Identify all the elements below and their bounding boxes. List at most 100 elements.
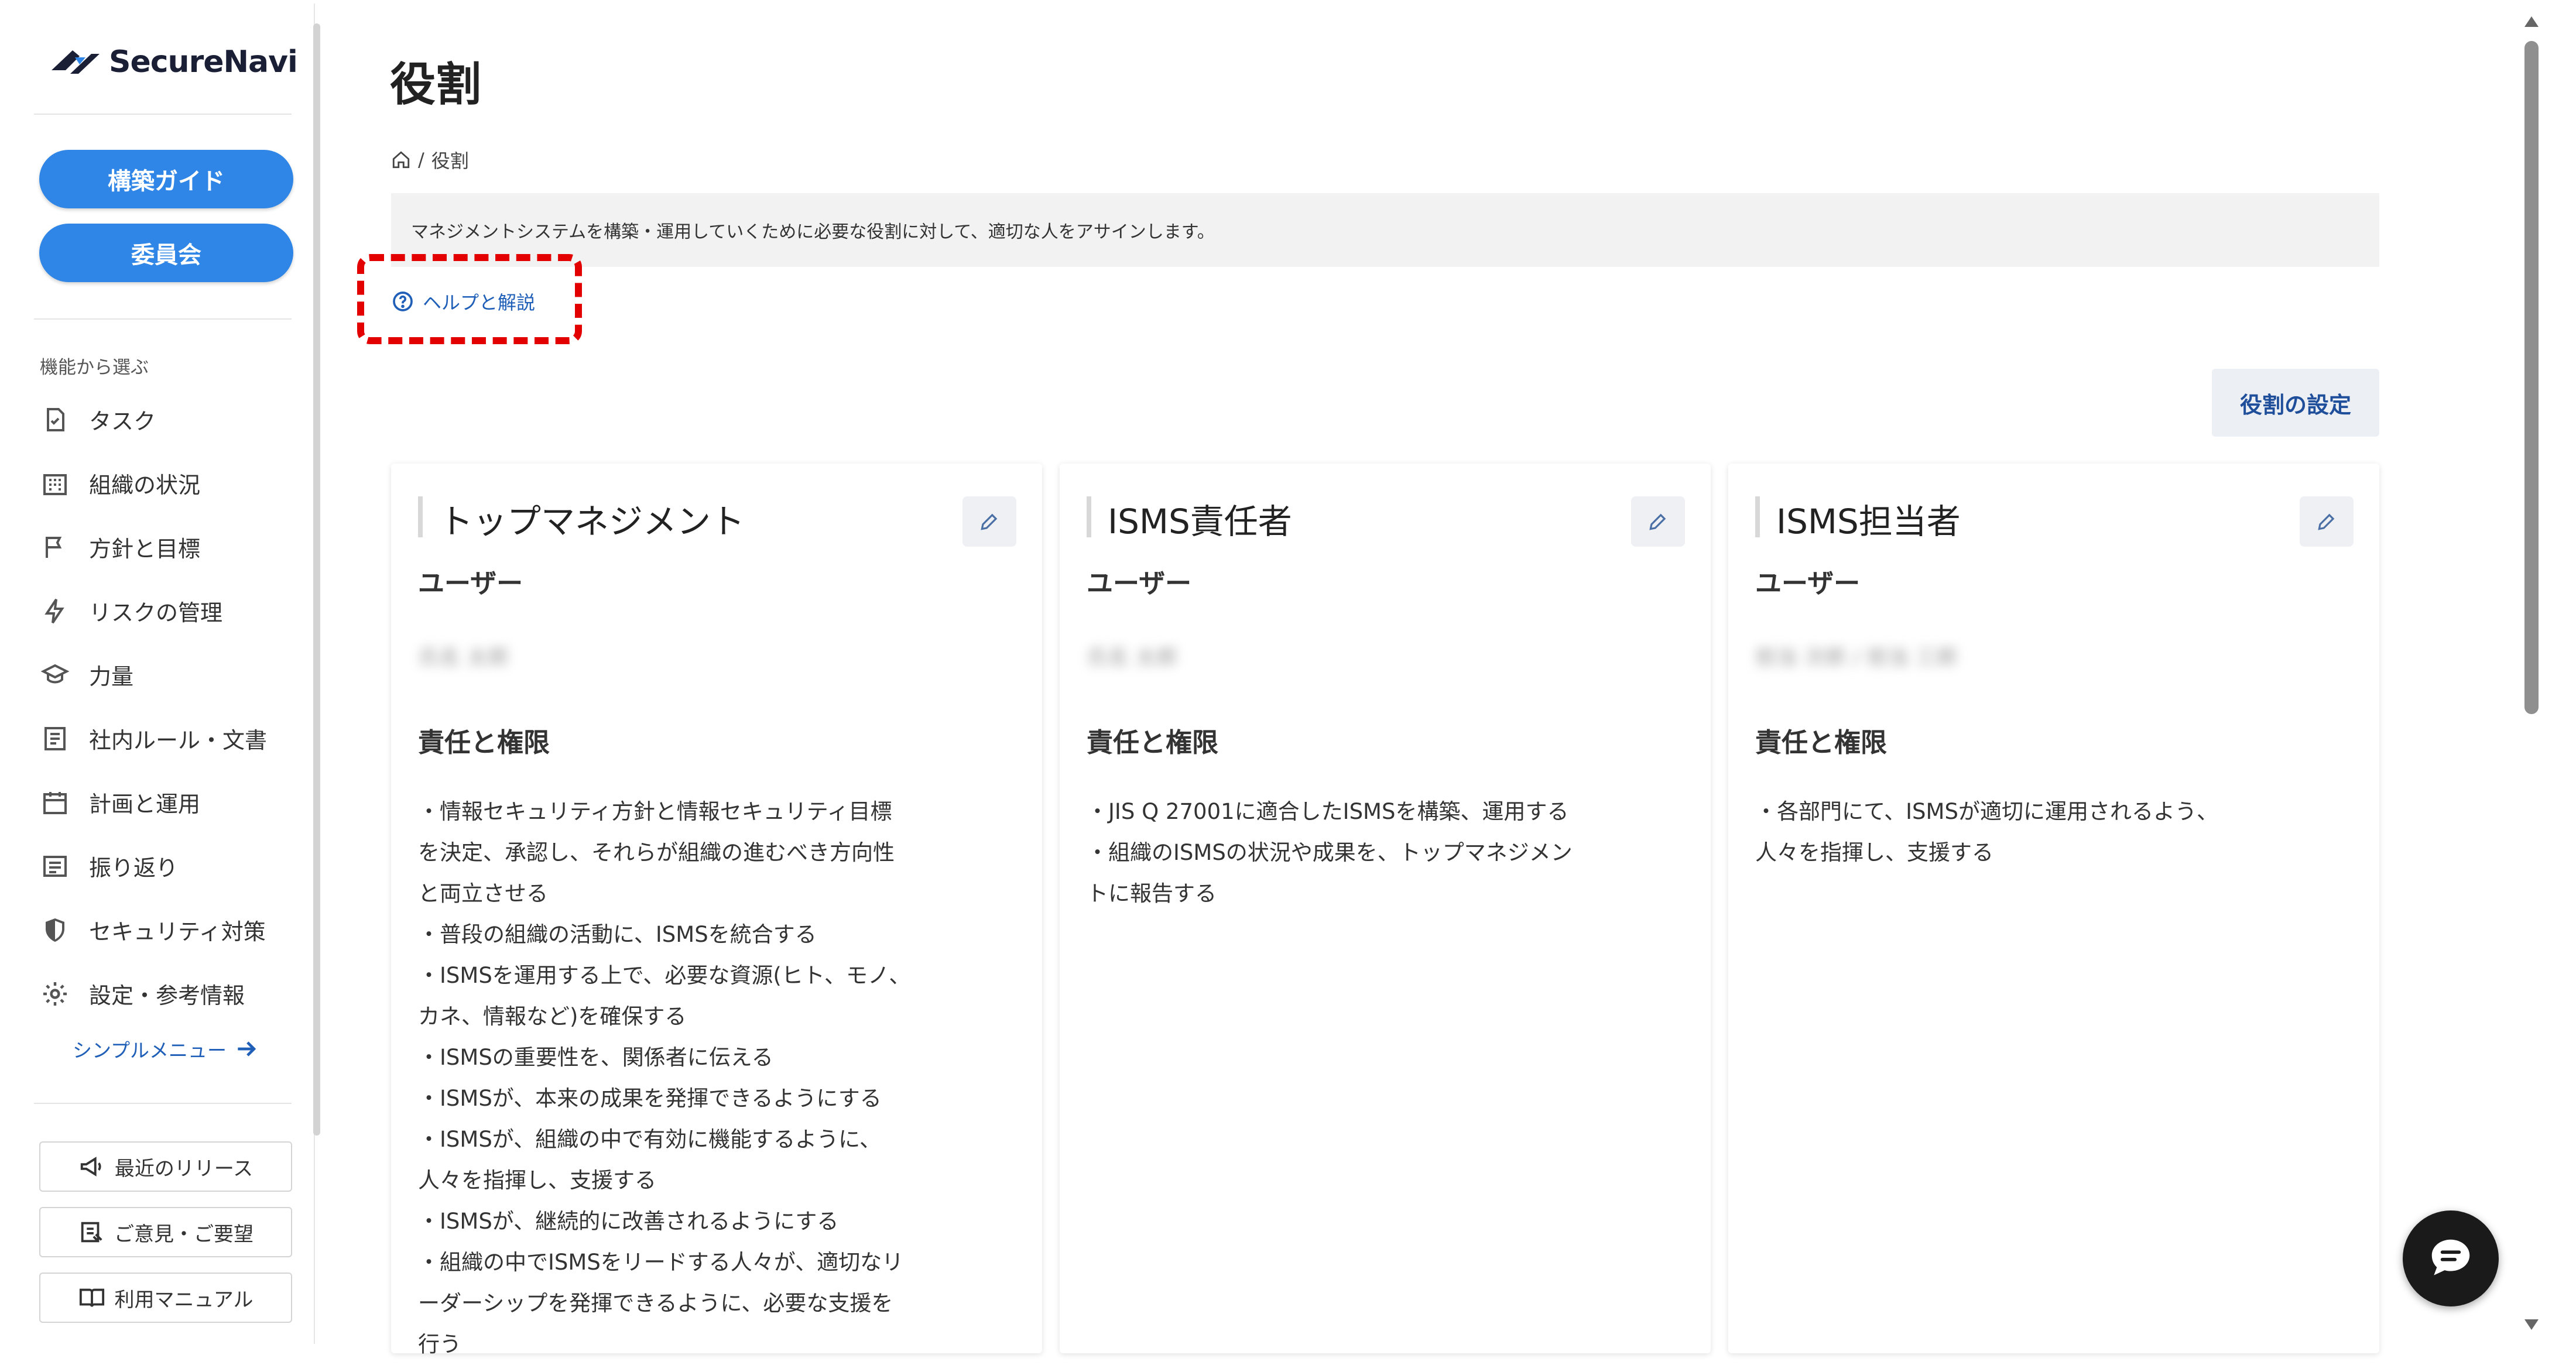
calendar-icon bbox=[40, 787, 70, 818]
chat-bubble-icon bbox=[2431, 1239, 2470, 1275]
sidebar-item-security[interactable]: セキュリティ対策 bbox=[40, 898, 297, 962]
task-check-icon bbox=[40, 404, 70, 435]
book-icon bbox=[79, 1288, 104, 1307]
responsibility-line: ・各部門にて、ISMSが適切に運用されるよう、 bbox=[1755, 799, 2218, 824]
sidebar-item-policy[interactable]: 方針と目標 bbox=[40, 515, 297, 579]
card-title-accent bbox=[1755, 496, 1760, 537]
user-heading: ユーザー bbox=[1087, 568, 1192, 599]
edit-button[interactable] bbox=[1631, 496, 1685, 547]
building-icon bbox=[40, 468, 70, 499]
edit-button[interactable] bbox=[2300, 496, 2354, 547]
gear-icon bbox=[40, 979, 70, 1009]
sidebar-item-competence[interactable]: 力量 bbox=[40, 643, 297, 706]
card-title: ISMS責任者 bbox=[1108, 502, 1292, 541]
responsibility-line: ・ISMSの重要性を、関係者に伝える bbox=[418, 1045, 773, 1070]
responsibility-heading: 責任と権限 bbox=[418, 727, 550, 758]
graduation-cap-icon bbox=[40, 660, 70, 690]
sidebar-item-label: リスクの管理 bbox=[89, 600, 223, 626]
recent-releases-label: 最近のリリース bbox=[114, 1157, 254, 1181]
breadcrumb: / 役割 bbox=[391, 146, 469, 173]
sidebar-item-label: 社内ルール・文書 bbox=[89, 728, 268, 753]
sidebar-item-risk[interactable]: リスクの管理 bbox=[40, 579, 297, 643]
feedback-button[interactable]: ご意見・ご要望 bbox=[39, 1207, 292, 1257]
sidebar-item-settings[interactable]: 設定・参考情報 bbox=[40, 962, 297, 1026]
shield-icon bbox=[40, 915, 70, 945]
responsibility-line: 人々を指揮し、支援する bbox=[418, 1168, 656, 1193]
pencil-icon bbox=[2318, 513, 2335, 530]
sidebar-item-label: タスク bbox=[89, 409, 156, 434]
responsibility-line: を決定、承認し、それらが組織の進むべき方向性 bbox=[418, 840, 895, 865]
responsibility-list: ・JIS Q 27001に適合したISMSを構築、運用する ・組織のISMSの状… bbox=[1087, 791, 1602, 914]
responsibility-list: ・各部門にて、ISMSが適切に運用されるよう、 人々を指揮し、支援する bbox=[1755, 791, 2270, 873]
sidebar-item-organization[interactable]: 組織の状況 bbox=[40, 451, 297, 515]
responsibility-line: ・JIS Q 27001に適合したISMSを構築、運用する bbox=[1087, 799, 1569, 824]
role-card-isms-staff: ISMS担当者 ユーザー 担当 次郎 / 担当 三郎 責任と権限 ・各部門にて、… bbox=[1728, 464, 2379, 1353]
logo-text: SecureNavi bbox=[109, 44, 298, 80]
lightning-icon bbox=[40, 596, 70, 626]
sidebar-item-rules[interactable]: 社内ルール・文書 bbox=[40, 706, 297, 770]
edit-button[interactable] bbox=[962, 496, 1016, 547]
responsibility-line: ・ISMSを運用する上で、必要な資源(ヒト、モノ、 bbox=[418, 963, 911, 988]
simple-menu-link[interactable]: シンプルメニュー bbox=[73, 1035, 259, 1063]
logo[interactable]: SecureNavi bbox=[49, 39, 298, 85]
manual-label: 利用マニュアル bbox=[114, 1288, 254, 1312]
responsibility-line: ・ISMSが、組織の中で有効に機能するように、 bbox=[418, 1127, 881, 1152]
sidebar-item-label: 組織の状況 bbox=[89, 472, 201, 498]
scroll-down-arrow-icon[interactable] bbox=[2524, 1319, 2539, 1330]
responsibility-line: 人々を指揮し、支援する bbox=[1755, 840, 1993, 865]
description-text: マネジメントシステムを構築・運用していくために必要な役割に対して、適切な人をアサ… bbox=[411, 222, 1215, 242]
role-card-isms-manager: ISMS責任者 ユーザー 氏名 太郎 責任と権限 ・JIS Q 27001に適合… bbox=[1060, 464, 1711, 1353]
scroll-up-arrow-icon[interactable] bbox=[2524, 16, 2539, 27]
card-title-accent bbox=[1087, 496, 1091, 537]
sidebar-nav: タスク 組織の状況 方針と目標 リスクの管理 力量 社内ルール・文書 計画と運用… bbox=[40, 387, 297, 1026]
responsibility-line: 行う bbox=[418, 1332, 461, 1357]
help-link-highlight bbox=[357, 254, 582, 344]
simple-menu-label: シンプルメニュー bbox=[73, 1039, 227, 1062]
responsibility-line: ・ISMSが、継続的に改善されるようにする bbox=[418, 1209, 839, 1234]
responsibility-line: カネ、情報など)を確保する bbox=[418, 1004, 687, 1029]
feedback-label: ご意見・ご要望 bbox=[114, 1222, 254, 1246]
pencil-icon bbox=[981, 513, 998, 530]
sidebar-item-label: 方針と目標 bbox=[89, 536, 201, 562]
document-icon bbox=[40, 723, 70, 754]
page-description: マネジメントシステムを構築・運用していくために必要な役割に対して、適切な人をアサ… bbox=[391, 193, 2379, 267]
arrow-right-icon bbox=[238, 1041, 256, 1057]
sidebar-section-label: 機能から選ぶ bbox=[40, 357, 149, 378]
responsibility-line: と両立させる bbox=[418, 881, 548, 906]
sidebar-item-review[interactable]: 振り返り bbox=[40, 834, 297, 898]
home-icon[interactable] bbox=[391, 150, 411, 170]
card-title: ISMS担当者 bbox=[1776, 502, 1961, 541]
flag-icon bbox=[40, 532, 70, 563]
committee-button[interactable]: 委員会 bbox=[39, 224, 293, 282]
card-title-accent bbox=[418, 496, 423, 537]
review-list-icon bbox=[40, 851, 70, 882]
sidebar-divider bbox=[34, 114, 292, 115]
breadcrumb-current: 役割 bbox=[431, 150, 469, 172]
role-settings-button[interactable]: 役割の設定 bbox=[2212, 369, 2379, 437]
megaphone-icon bbox=[80, 1157, 101, 1177]
responsibility-line: ・組織のISMSの状況や成果を、トップマネジメン bbox=[1087, 840, 1573, 865]
responsibility-line: ・情報セキュリティ方針と情報セキュリティ目標 bbox=[418, 799, 892, 824]
sidebar-item-label: 振り返り bbox=[89, 855, 179, 881]
chat-support-button[interactable] bbox=[2403, 1210, 2499, 1306]
page-scrollbar-thumb[interactable] bbox=[2524, 41, 2539, 714]
sidebar-scrollbar[interactable] bbox=[313, 23, 320, 1136]
sidebar-item-planning[interactable]: 計画と運用 bbox=[40, 770, 297, 834]
build-guide-button[interactable]: 構築ガイド bbox=[39, 150, 293, 208]
recent-releases-button[interactable]: 最近のリリース bbox=[39, 1141, 292, 1192]
securenavi-logo-icon bbox=[52, 50, 100, 74]
manual-button[interactable]: 利用マニュアル bbox=[39, 1273, 292, 1323]
app-window: SecureNavi 構築ガイド 委員会 機能から選ぶ タスク 組織の状況 方針… bbox=[0, 0, 2576, 1357]
assigned-user-blurred: 氏名 太郎 bbox=[418, 646, 509, 670]
card-title: トップマネジメント bbox=[439, 502, 745, 541]
sidebar: SecureNavi 構築ガイド 委員会 機能から選ぶ タスク 組織の状況 方針… bbox=[6, 4, 315, 1344]
page-title: 役割 bbox=[390, 59, 482, 111]
responsibility-line: ・組織の中でISMSをリードする人々が、適切なリ bbox=[418, 1250, 904, 1275]
responsibility-line: ・普段の組織の活動に、ISMSを統合する bbox=[418, 922, 817, 947]
breadcrumb-separator: / bbox=[418, 149, 424, 171]
sidebar-divider bbox=[34, 1103, 292, 1104]
sidebar-item-label: 設定・参考情報 bbox=[89, 983, 245, 1009]
assigned-user-blurred: 担当 次郎 / 担当 三郎 bbox=[1755, 646, 1958, 670]
user-heading: ユーザー bbox=[418, 568, 523, 599]
sidebar-item-task[interactable]: タスク bbox=[40, 387, 297, 451]
